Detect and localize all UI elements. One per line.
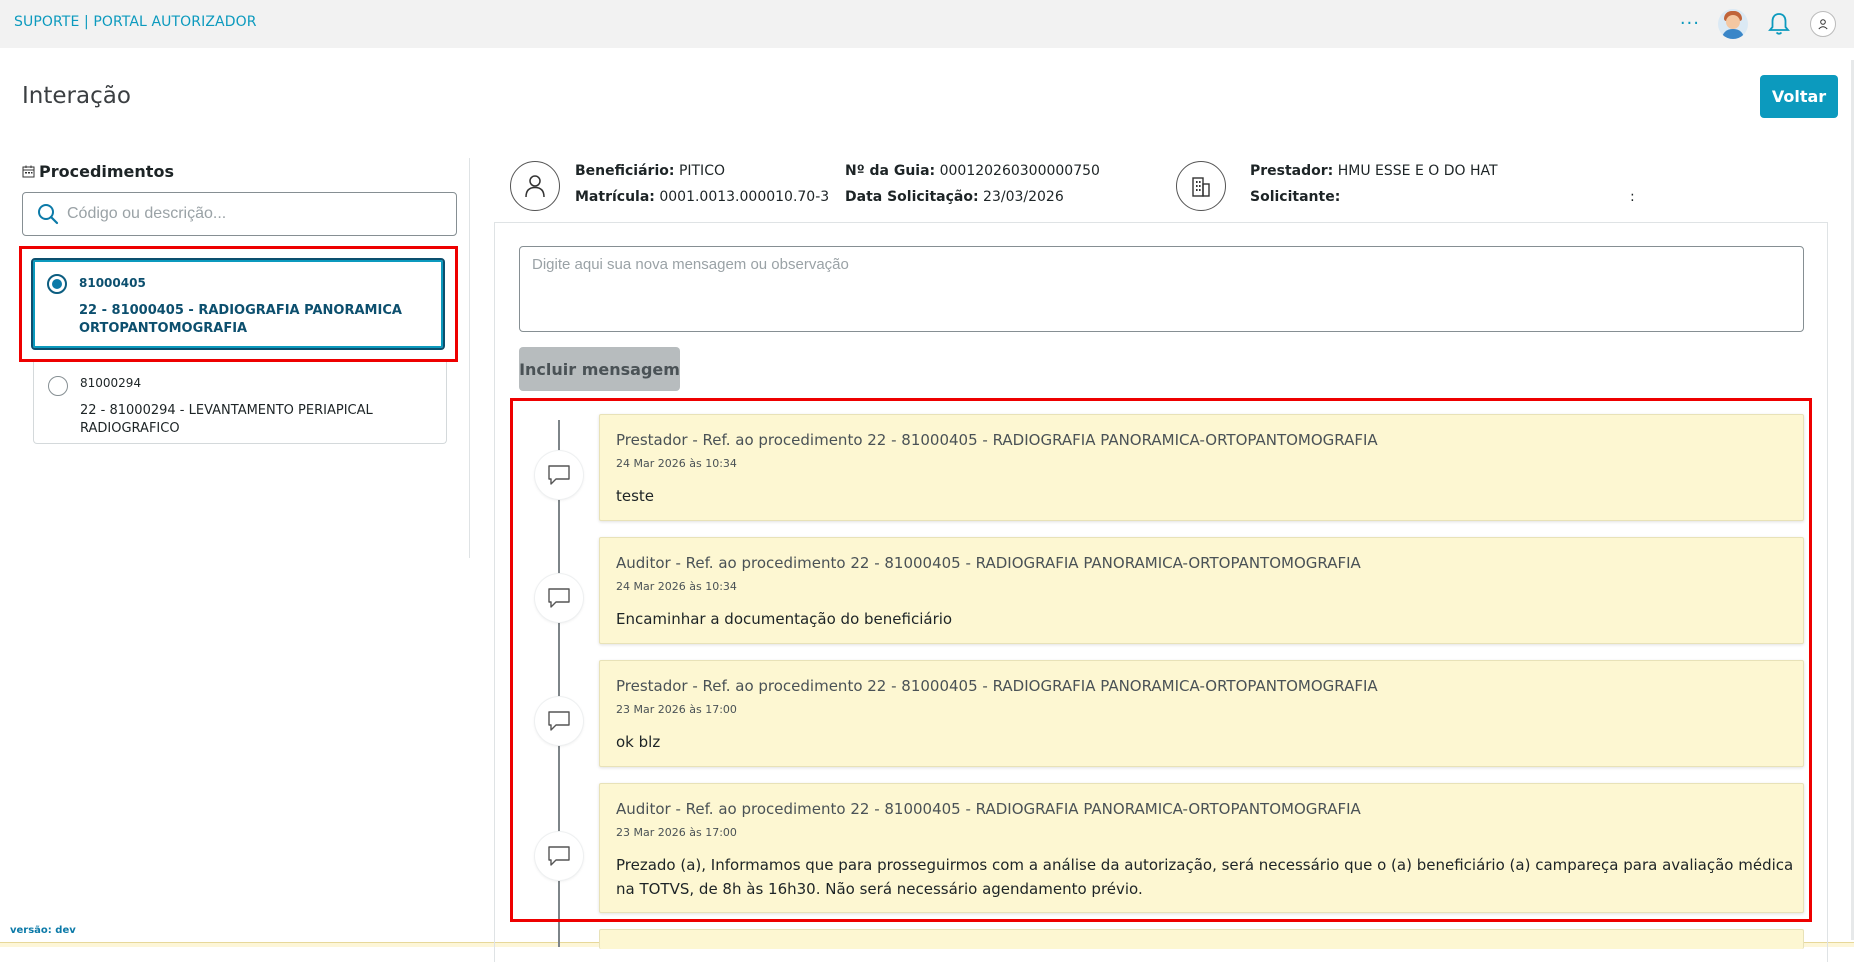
beneficiario-value: PITICO bbox=[678, 163, 725, 179]
user-profile-icon[interactable] bbox=[1810, 11, 1836, 37]
message-body: ok blz bbox=[616, 733, 661, 751]
calendar-icon bbox=[22, 165, 35, 177]
chat-bubble-icon bbox=[535, 451, 583, 499]
message-card: Auditor - Ref. ao procedimento 22 - 8100… bbox=[599, 783, 1804, 913]
procedure-description: 22 - 81000405 - RADIOGRAFIA PANORAMICA O… bbox=[79, 303, 402, 336]
matricula-value: 0001.0013.000010.70-3 bbox=[659, 189, 830, 205]
beneficiario-info: Beneficiário: PITICO bbox=[575, 163, 725, 179]
column-divider bbox=[469, 158, 470, 558]
message-date: 23 Mar 2026 às 17:00 bbox=[616, 826, 737, 839]
person-icon bbox=[510, 161, 560, 211]
message-body: Encaminhar a documentação do beneficiári… bbox=[616, 610, 953, 628]
message-card-partial bbox=[599, 929, 1804, 949]
top-bar: SUPORTE | PORTAL AUTORIZADOR ··· bbox=[0, 0, 1854, 48]
procedure-item-81000405[interactable]: 81000405 22 - 81000405 - RADIOGRAFIA PAN… bbox=[31, 258, 445, 350]
message-title: Auditor - Ref. ao procedimento 22 - 8100… bbox=[616, 554, 1361, 572]
search-icon bbox=[38, 204, 59, 225]
matricula-label: Matrícula: bbox=[575, 189, 655, 205]
message-title: Prestador - Ref. ao procedimento 22 - 81… bbox=[616, 431, 1378, 449]
procedure-code: 81000405 bbox=[79, 276, 146, 290]
chat-bubble-icon bbox=[535, 697, 583, 745]
message-date: 24 Mar 2026 às 10:34 bbox=[616, 457, 737, 470]
data-value: 23/03/2026 bbox=[983, 189, 1064, 205]
procedures-title: Procedimentos bbox=[39, 161, 174, 181]
prestador-info: Prestador: HMU ESSE E O DO HAT bbox=[1250, 163, 1498, 179]
guia-label: Nº da Guia: bbox=[845, 163, 936, 179]
message-date: 24 Mar 2026 às 10:34 bbox=[616, 580, 737, 593]
guia-info: Nº da Guia: 000120260300000750 bbox=[845, 163, 1100, 179]
beneficiario-label: Beneficiário: bbox=[575, 163, 675, 179]
message-title: Prestador - Ref. ao procedimento 22 - 81… bbox=[616, 677, 1378, 695]
guia-value: 000120260300000750 bbox=[939, 163, 1100, 179]
message-card: Auditor - Ref. ao procedimento 22 - 8100… bbox=[599, 537, 1804, 644]
data-solicitacao-info: Data Solicitação: 23/03/2026 bbox=[845, 189, 1064, 205]
search-input[interactable] bbox=[67, 205, 427, 223]
app-title[interactable]: SUPORTE | PORTAL AUTORIZADOR bbox=[14, 14, 257, 30]
message-date: 23 Mar 2026 às 17:00 bbox=[616, 703, 737, 716]
data-label: Data Solicitação: bbox=[845, 189, 979, 205]
notification-bell-icon[interactable] bbox=[1766, 9, 1792, 39]
solicitante-label: Solicitante: bbox=[1250, 189, 1341, 205]
message-card: Prestador - Ref. ao procedimento 22 - 81… bbox=[599, 414, 1804, 521]
version-label: versão: dev bbox=[10, 925, 76, 936]
procedure-item-81000294[interactable]: 81000294 22 - 81000294 - LEVANTAMENTO PE… bbox=[33, 362, 447, 444]
back-button[interactable]: Voltar bbox=[1760, 75, 1838, 118]
prestador-label: Prestador: bbox=[1250, 163, 1334, 179]
solicitante-info: Solicitante: bbox=[1250, 189, 1340, 205]
include-message-button[interactable]: Incluir mensagem bbox=[519, 347, 680, 391]
more-options-icon[interactable]: ··· bbox=[1680, 9, 1700, 39]
procedures-heading: Procedimentos bbox=[22, 158, 457, 184]
solicitante-value: : bbox=[1630, 189, 1635, 205]
top-bar-actions: ··· bbox=[1680, 9, 1836, 39]
message-card: Prestador - Ref. ao procedimento 22 - 81… bbox=[599, 660, 1804, 767]
building-icon bbox=[1176, 161, 1226, 211]
procedure-description: 22 - 81000294 - LEVANTAMENTO PERIAPICAL … bbox=[80, 403, 373, 436]
page-title: Interação bbox=[22, 83, 131, 109]
message-title: Auditor - Ref. ao procedimento 22 - 8100… bbox=[616, 800, 1361, 818]
chat-bubble-icon bbox=[535, 574, 583, 622]
chat-bubble-icon bbox=[535, 832, 583, 880]
message-body: teste bbox=[616, 487, 655, 505]
procedures-panel: Procedimentos bbox=[22, 158, 457, 236]
search-box[interactable] bbox=[22, 192, 457, 236]
message-input[interactable] bbox=[519, 246, 1804, 332]
procedure-code: 81000294 bbox=[80, 376, 142, 390]
message-body: Prezado (a), Informamos que para prosseg… bbox=[616, 856, 1794, 898]
radio-unselected[interactable] bbox=[48, 376, 68, 396]
doctor-avatar-icon[interactable] bbox=[1718, 9, 1748, 39]
radio-selected[interactable] bbox=[47, 274, 67, 294]
prestador-value: HMU ESSE E O DO HAT bbox=[1337, 163, 1498, 179]
matricula-info: Matrícula: 0001.0013.000010.70-3 bbox=[575, 189, 829, 205]
